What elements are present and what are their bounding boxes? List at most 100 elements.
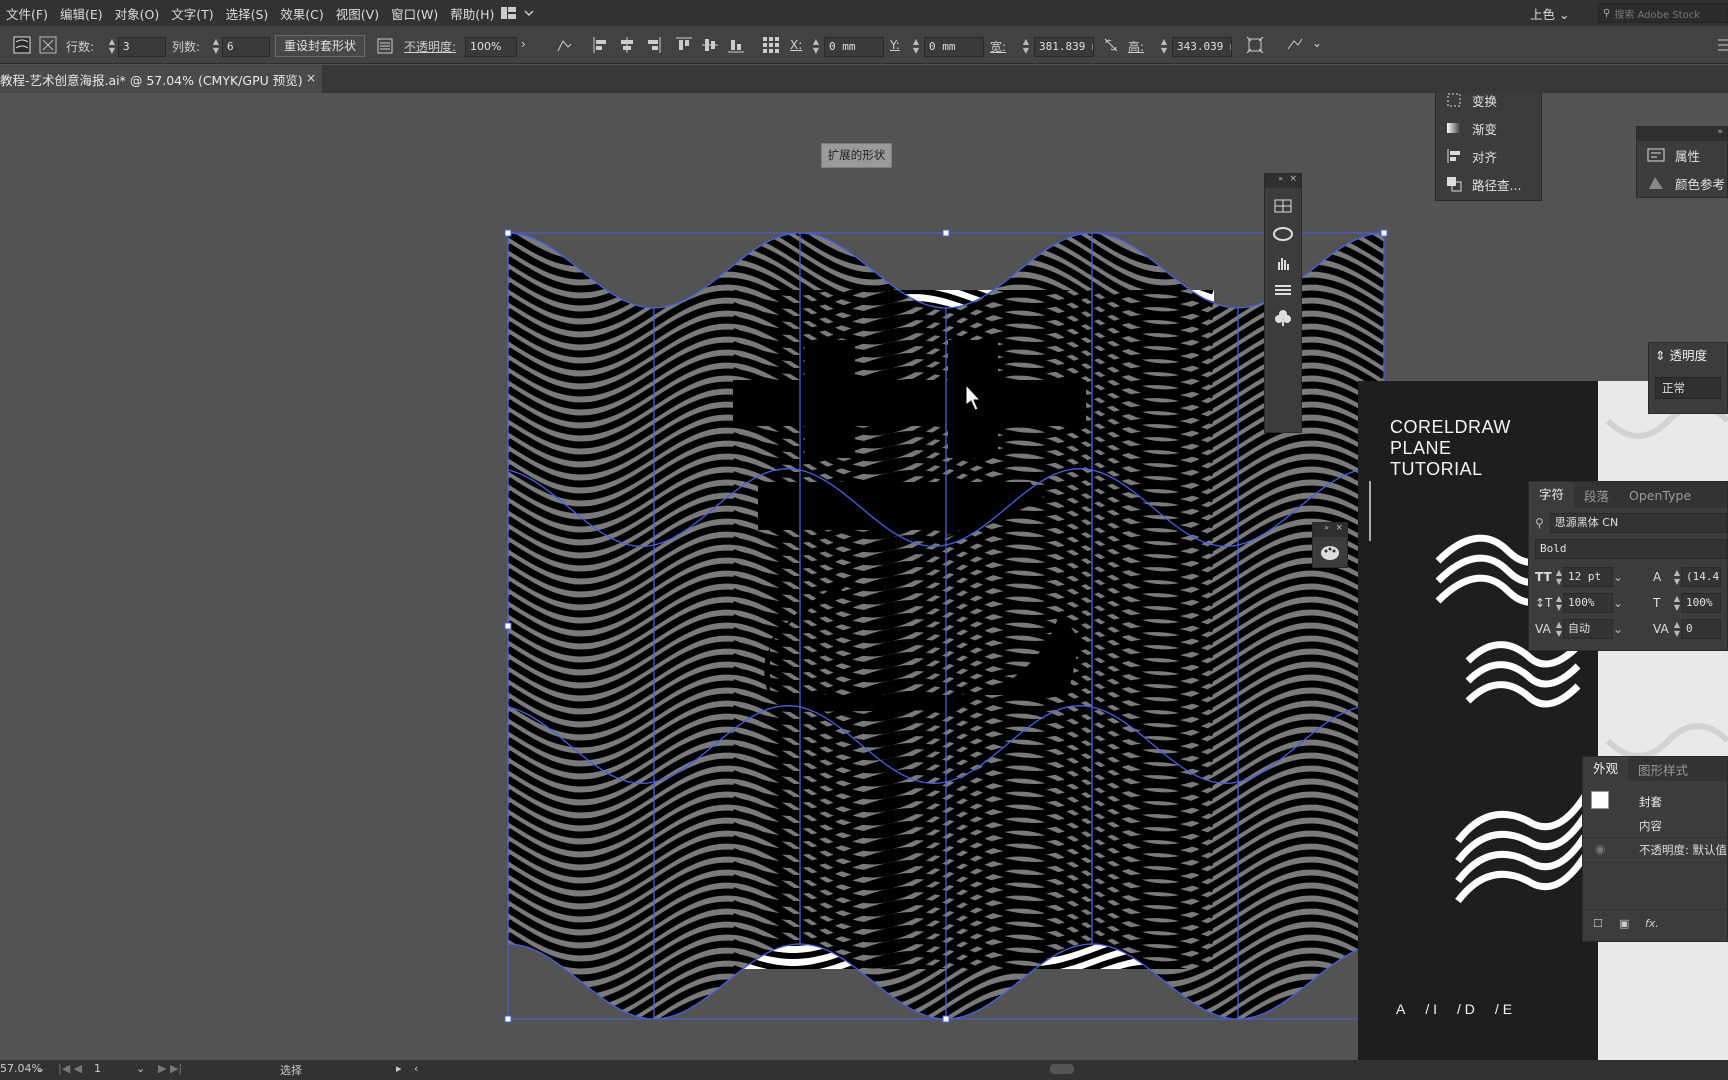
add-stroke-icon[interactable]: ☐ <box>1593 917 1603 930</box>
artboard-number[interactable]: 1 <box>94 1062 101 1075</box>
last-artboard-icon[interactable]: ▶ ▶| <box>158 1062 182 1075</box>
properties-item[interactable]: 属性 <box>1637 141 1727 169</box>
opacity-label[interactable]: 不透明度: <box>404 38 456 55</box>
kerning-stepper[interactable]: ▲ ▼ <box>1555 620 1563 638</box>
libraries-icon[interactable] <box>1273 196 1293 216</box>
chevron-down-icon[interactable]: ⌄ <box>1312 36 1322 50</box>
blend-mode-select[interactable]: 正常 <box>1655 377 1721 399</box>
transform-bounds-icon[interactable] <box>1246 36 1264 54</box>
align-center-h-icon[interactable] <box>618 36 636 54</box>
vertical-scale-stepper[interactable]: ▲ ▼ <box>1555 594 1563 612</box>
y-stepper[interactable]: ▲ ▼ <box>912 37 920 55</box>
creative-cloud-icon[interactable] <box>1273 224 1293 244</box>
y-label[interactable]: Y: <box>890 38 900 52</box>
tab-character[interactable]: 字符 <box>1529 482 1575 508</box>
reset-envelope-button[interactable]: 重设封套形状 <box>275 35 366 57</box>
menu-type[interactable]: 文字(T) <box>165 4 219 23</box>
align-left-icon[interactable] <box>592 36 610 54</box>
appearance-envelope[interactable]: 封套 <box>1639 794 1662 810</box>
rows-input[interactable]: 3 <box>118 37 166 57</box>
add-fill-icon[interactable]: ▣ <box>1619 917 1629 930</box>
chevron-down-icon[interactable]: ⌄ <box>36 1062 45 1075</box>
font-size-stepper[interactable]: ▲ ▼ <box>1555 568 1563 586</box>
envelope-contents-icon[interactable] <box>39 36 57 54</box>
tab-graphic-styles[interactable]: 图形样式 <box>1628 760 1698 779</box>
align-panel-icon[interactable] <box>376 37 394 55</box>
tab-appearance[interactable]: 外观 <box>1583 757 1629 781</box>
x-input[interactable]: 0 mm <box>824 37 884 57</box>
kerning-input[interactable]: 自动 <box>1563 619 1613 639</box>
transparency-title[interactable]: ⇕ 透明度 <box>1649 343 1727 369</box>
font-family-input[interactable]: 思源黑体 CN <box>1549 513 1727 533</box>
x-label[interactable]: X: <box>790 38 802 52</box>
tracking-input[interactable]: 0 <box>1681 619 1721 639</box>
align-bottom-icon[interactable] <box>727 36 745 54</box>
menu-effect[interactable]: 效果(C) <box>274 4 329 23</box>
panel-menu-icon[interactable] <box>1716 36 1728 54</box>
x-stepper[interactable]: ▲ ▼ <box>812 37 820 55</box>
cols-input[interactable]: 6 <box>222 37 270 57</box>
chevron-down-icon[interactable]: ⌄ <box>1613 622 1653 636</box>
close-icon[interactable]: × <box>1335 523 1343 533</box>
document-tab[interactable]: 教程-艺术创意海报.ai* @ 57.04% (CMYK/GPU 预览) × <box>0 65 322 93</box>
chevron-down-icon[interactable]: ⌄ <box>1613 570 1653 584</box>
menu-window[interactable]: 窗口(W) <box>385 4 444 23</box>
align-item[interactable]: 对齐 <box>1436 142 1541 170</box>
scrollbar-thumb[interactable] <box>1050 1064 1074 1074</box>
align-middle-icon[interactable] <box>701 36 719 54</box>
gradient-item[interactable]: 渐变 <box>1436 114 1541 142</box>
status-menu-icon[interactable]: ▸ <box>396 1062 402 1075</box>
puppet-warp-icon[interactable] <box>1286 36 1304 54</box>
palette-icon[interactable] <box>1320 543 1340 563</box>
horizontal-scale-input[interactable]: 100% <box>1681 593 1721 613</box>
horizontal-scale-stepper[interactable]: ▲ ▼ <box>1673 594 1681 612</box>
recolor-icon[interactable] <box>555 37 573 55</box>
chevron-down-icon[interactable]: ⌄ <box>1613 596 1653 610</box>
appearance-opacity[interactable]: 不透明度: 默认值 <box>1639 842 1727 858</box>
envelope-warp-icon[interactable] <box>13 36 31 54</box>
menu-view[interactable]: 视图(V) <box>330 4 385 23</box>
symbols-club-icon[interactable] <box>1273 308 1293 328</box>
vertical-scale-input[interactable]: 100% <box>1563 593 1613 613</box>
close-icon[interactable]: × <box>306 71 316 85</box>
leading-stepper[interactable]: ▲ ▼ <box>1673 568 1681 586</box>
menu-edit[interactable]: 编辑(E) <box>54 4 109 23</box>
appearance-contents[interactable]: 内容 <box>1639 818 1662 834</box>
tab-opentype[interactable]: OpenType <box>1619 488 1701 503</box>
align-top-icon[interactable] <box>675 36 693 54</box>
lines-icon[interactable] <box>1273 280 1293 300</box>
workspace-switcher[interactable]: 上色 ⌄ <box>1530 4 1569 23</box>
color-guide-item[interactable]: 颜色参考 <box>1637 169 1727 197</box>
reference-point-icon[interactable] <box>762 36 780 54</box>
width-stepper[interactable]: ▲ ▼ <box>1022 37 1030 55</box>
cols-stepper[interactable]: ▲ ▼ <box>212 37 220 55</box>
tracking-stepper[interactable]: ▲ ▼ <box>1673 620 1681 638</box>
transform-item[interactable]: 变换 <box>1436 93 1541 114</box>
visibility-eye-icon[interactable]: ◉ <box>1595 842 1605 856</box>
chevron-right-icon[interactable]: › <box>521 37 526 51</box>
menu-object[interactable]: 对象(O) <box>109 4 166 23</box>
tab-paragraph[interactable]: 段落 <box>1574 486 1619 505</box>
y-input[interactable]: 0 mm <box>924 37 984 57</box>
width-input[interactable]: 381.839 m <box>1034 37 1094 57</box>
pathfinder-item[interactable]: 路径查... <box>1436 170 1541 198</box>
rows-stepper[interactable]: ▲ ▼ <box>108 37 116 55</box>
first-artboard-icon[interactable]: |◀ ◀ <box>58 1062 82 1075</box>
align-right-icon[interactable] <box>644 36 662 54</box>
fx-icon[interactable]: fx. <box>1645 917 1659 930</box>
constrain-proportions-icon[interactable] <box>1102 36 1120 54</box>
puppet-hand-icon[interactable] <box>1273 252 1293 272</box>
height-input[interactable]: 343.039 m <box>1172 37 1232 57</box>
height-stepper[interactable]: ▲ ▼ <box>1160 37 1168 55</box>
font-style-input[interactable]: Bold <box>1535 539 1727 559</box>
width-label[interactable]: 宽: <box>990 38 1006 55</box>
menu-help[interactable]: 帮助(H) <box>444 4 500 23</box>
scroll-left-icon[interactable]: ‹ <box>414 1062 418 1075</box>
leading-input[interactable]: (14.4 <box>1681 567 1721 587</box>
close-icon[interactable]: × <box>1289 174 1297 184</box>
menu-file[interactable]: 文件(F) <box>0 4 54 23</box>
canvas[interactable]: CORELDRAW PLANE TUTORIAL A / I / D / E 扩… <box>0 93 1728 1060</box>
opacity-input[interactable]: 100% <box>465 37 517 57</box>
font-size-input[interactable]: 12 pt <box>1563 567 1613 587</box>
menu-select[interactable]: 选择(S) <box>220 4 275 23</box>
